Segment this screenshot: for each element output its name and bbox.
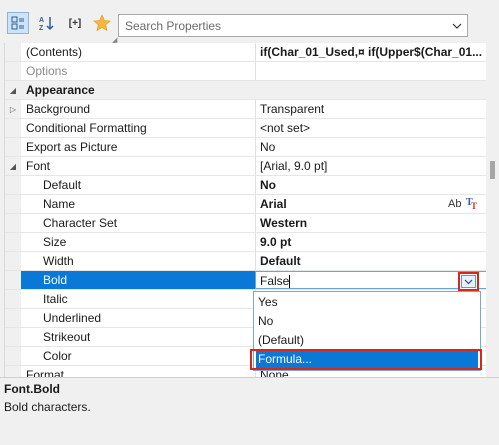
row-gutter [5, 309, 21, 327]
description-panel: Font.Bold Bold characters. [0, 377, 499, 445]
scrollbar-thumb[interactable] [490, 161, 495, 179]
expand-all-icon: [+] [68, 17, 82, 29]
option-yes[interactable]: Yes [256, 293, 478, 312]
favorites-button[interactable] [91, 12, 113, 34]
alphabetical-sort-icon: A Z [39, 17, 54, 31]
property-row-bold-selected[interactable]: Bold False [5, 271, 487, 290]
property-row-contents[interactable]: (Contents) if(Char_01_Used,¤ if(Upper$(C… [5, 43, 487, 62]
property-value[interactable]: No [255, 176, 487, 194]
search-box[interactable] [118, 14, 468, 37]
property-row-default[interactable]: Default No [5, 176, 487, 195]
property-value-editor[interactable]: False [255, 271, 487, 289]
property-row-background[interactable]: ▷ Background Transparent [5, 100, 487, 119]
row-gutter [5, 214, 21, 232]
property-name: Default [43, 178, 82, 192]
property-row-font[interactable]: ◢ Font [Arial, 9.0 pt] [5, 157, 487, 176]
property-name: Underlined [43, 311, 102, 325]
property-value[interactable]: Transparent [255, 100, 487, 118]
property-name: Options [26, 64, 68, 78]
collapse-icon[interactable]: ◢ [5, 157, 21, 175]
text-cursor [289, 275, 291, 288]
option-default[interactable]: (Default) [256, 331, 478, 350]
svg-text:Z: Z [39, 25, 44, 31]
property-name: Size [43, 235, 67, 249]
category-row-appearance[interactable]: ◢ Appearance [5, 81, 487, 100]
svg-text:A: A [39, 17, 44, 24]
font-preview-label: Ab [448, 198, 462, 210]
property-value[interactable] [255, 62, 487, 80]
row-gutter [5, 271, 21, 289]
row-gutter [5, 252, 21, 270]
property-name: Name [43, 197, 76, 211]
toolbar: A Z [+] ◢ [0, 0, 499, 44]
row-gutter [5, 290, 21, 308]
property-value[interactable]: [Arial, 9.0 pt] [255, 157, 487, 175]
property-value[interactable]: if(Char_01_Used,¤ if(Upper$(Char_01... [255, 43, 487, 61]
property-name: Conditional Formatting [26, 121, 147, 135]
property-name: Character Set [43, 216, 118, 230]
property-value-text: False [260, 274, 290, 288]
chevron-down-icon [452, 23, 462, 29]
categorized-view-icon [11, 16, 24, 30]
bold-dropdown-button[interactable] [458, 272, 479, 291]
alphabetical-sort-button[interactable]: A Z [35, 12, 57, 34]
svg-text:T: T [471, 201, 477, 211]
option-no[interactable]: No [256, 312, 478, 331]
property-row-name[interactable]: Name Arial Ab T T [5, 195, 487, 214]
property-row-size[interactable]: Size 9.0 pt [5, 233, 487, 252]
property-row-width[interactable]: Width Default [5, 252, 487, 271]
chevron-down-icon [461, 275, 476, 288]
property-name: Background [26, 102, 91, 116]
property-name: Strikeout [43, 330, 91, 344]
category-name: Appearance [26, 83, 95, 97]
property-row-character-set[interactable]: Character Set Western [5, 214, 487, 233]
expand-all-button[interactable]: [+] [62, 12, 88, 34]
description-title: Font.Bold [4, 382, 60, 396]
categorized-view-button[interactable] [7, 12, 29, 34]
expand-icon[interactable]: ▷ [5, 100, 21, 118]
description-text: Bold characters. [4, 400, 91, 414]
formula-callout-outline [250, 349, 482, 370]
property-value[interactable]: 9.0 pt [255, 233, 487, 251]
property-name: Format [26, 368, 65, 377]
row-gutter [5, 233, 21, 251]
property-name: Bold [43, 273, 68, 287]
search-input[interactable] [119, 15, 444, 36]
row-gutter [5, 328, 21, 346]
vertical-scrollbar[interactable] [486, 43, 499, 377]
row-gutter [5, 176, 21, 194]
row-gutter [5, 138, 21, 156]
property-row-options[interactable]: Options [5, 62, 487, 81]
property-row-export-as-picture[interactable]: Export as Picture No [5, 138, 487, 157]
property-name: Font [26, 159, 51, 173]
property-name: Width [43, 254, 74, 268]
row-gutter [5, 119, 21, 137]
property-value[interactable]: Default [255, 252, 487, 270]
star-icon [93, 14, 111, 32]
property-name: Export as Picture [26, 140, 118, 154]
property-value[interactable]: <not set> [255, 119, 487, 137]
row-gutter [5, 43, 21, 61]
property-row-conditional-formatting[interactable]: Conditional Formatting <not set> [5, 119, 487, 138]
property-name: Color [43, 349, 72, 363]
search-dropdown-button[interactable] [449, 17, 465, 34]
property-value[interactable]: No [255, 138, 487, 156]
property-value[interactable]: Western [255, 214, 487, 232]
property-name: Italic [43, 292, 68, 306]
row-gutter [5, 62, 21, 80]
row-gutter [5, 366, 21, 377]
font-picker-icon[interactable]: T T [466, 195, 480, 214]
property-name: (Contents) [26, 45, 83, 59]
collapse-icon[interactable]: ◢ [5, 81, 21, 99]
row-gutter [5, 195, 21, 213]
row-gutter [5, 347, 21, 365]
